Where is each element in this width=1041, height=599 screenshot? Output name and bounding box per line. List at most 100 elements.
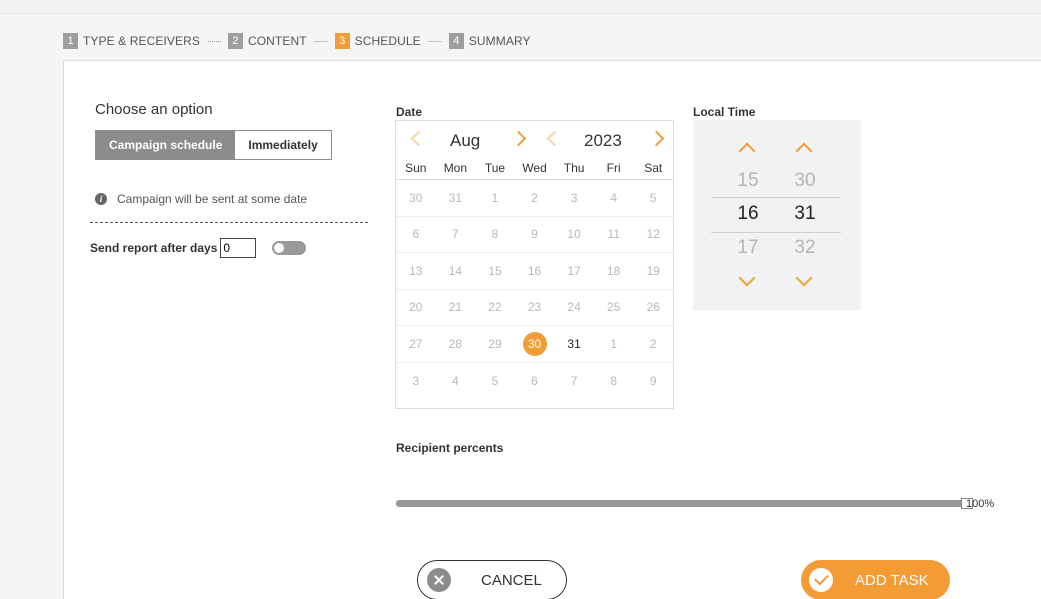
calendar-day: 28 xyxy=(448,336,463,351)
schedule-mode-toggle: Campaign schedule Immediately xyxy=(95,130,332,160)
report-row: Send report after days xyxy=(90,238,307,258)
weekday-label: Sun xyxy=(405,161,427,175)
prev-month-icon[interactable] xyxy=(410,131,420,145)
minute-next[interactable]: 32 xyxy=(785,237,825,259)
calendar-day: 21 xyxy=(448,300,463,315)
calendar-day: 1 xyxy=(491,190,499,205)
step-summary[interactable]: 4 SUMMARY xyxy=(448,33,531,49)
step-content[interactable]: 2 CONTENT xyxy=(227,33,307,49)
step-label: SUMMARY xyxy=(468,34,531,48)
calendar-week: 3 4 5 6 7 8 9 xyxy=(396,363,673,400)
calendar-day: 7 xyxy=(570,373,578,388)
calendar-day: 6 xyxy=(531,373,538,388)
step-separator: ······· xyxy=(206,36,222,46)
step-separator: ······· xyxy=(427,36,443,46)
divider xyxy=(90,222,368,223)
calendar-week: 27 28 29 30 31 1 2 xyxy=(396,326,673,363)
hour-current: 16 xyxy=(737,203,759,224)
next-month-icon[interactable] xyxy=(514,131,524,145)
calendar-day: 8 xyxy=(491,227,499,242)
calendar-day: 22 xyxy=(488,300,502,315)
calendar-day: 8 xyxy=(610,373,618,388)
report-toggle[interactable] xyxy=(272,241,307,255)
step-schedule[interactable]: 3 SCHEDULE xyxy=(334,33,421,49)
recipient-percent-slider[interactable] xyxy=(396,498,973,509)
schedule-info: i Campaign will be sent at some date xyxy=(95,192,307,206)
date-label: Date xyxy=(396,105,423,119)
minute-prev[interactable]: 30 xyxy=(785,170,825,192)
close-circle-icon xyxy=(427,568,451,592)
step-number: 3 xyxy=(334,33,350,49)
next-year-icon[interactable] xyxy=(652,131,662,145)
calendar-header: Aug 2023 xyxy=(396,121,673,161)
cancel-button[interactable]: CANCEL xyxy=(417,560,567,599)
calendar-day: 1 xyxy=(610,336,618,351)
time-divider xyxy=(711,232,841,233)
report-days-input[interactable] xyxy=(220,238,257,258)
calendar-year[interactable]: 2023 xyxy=(584,131,622,151)
calendar-day: 10 xyxy=(567,227,581,242)
calendar-day: 15 xyxy=(488,263,502,278)
cancel-label: CANCEL xyxy=(481,571,542,589)
add-task-label: ADD TASK xyxy=(855,571,929,589)
hour-up-icon[interactable] xyxy=(740,142,754,156)
calendar-day: 4 xyxy=(452,373,459,388)
minute-down-icon[interactable] xyxy=(797,275,811,289)
weekday-label: Wed xyxy=(522,161,547,175)
calendar-day: 25 xyxy=(607,300,621,315)
report-label: Send report after days xyxy=(90,241,218,255)
calendar-day: 4 xyxy=(610,190,618,205)
top-bar xyxy=(0,0,1041,14)
calendar-day: 20 xyxy=(409,300,423,315)
calendar-day-number: 30 xyxy=(527,336,542,351)
calendar-week: 13 14 15 16 17 18 19 xyxy=(396,253,673,290)
calendar-week: 6 7 8 9 10 11 12 xyxy=(396,217,673,253)
calendar-day: 9 xyxy=(531,227,538,242)
step-number: 1 xyxy=(63,33,78,49)
calendar-day: 6 xyxy=(412,227,420,242)
prev-year-icon[interactable] xyxy=(546,131,556,145)
calendar-day: 23 xyxy=(527,300,542,315)
step-label: TYPE & RECEIVERS xyxy=(83,34,200,48)
calendar-day[interactable]: 31 xyxy=(554,332,594,356)
calendar-day: 30 xyxy=(409,190,423,205)
weekday-label: Sat xyxy=(644,161,663,175)
weekday-label: Tue xyxy=(484,161,506,175)
step-label: CONTENT xyxy=(247,34,307,48)
calendar-grid: 30 31 1 2 3 4 5 6 7 8 9 10 11 12 13 14 15 16 17 18 19 20 21 22 2… xyxy=(396,180,673,399)
time-divider xyxy=(711,197,841,198)
calendar-day: 12 xyxy=(646,227,660,242)
calendar-month[interactable]: Aug xyxy=(450,131,480,151)
hour-down-icon[interactable] xyxy=(740,275,754,289)
hour-next[interactable]: 17 xyxy=(728,237,768,259)
choose-option-title: Choose an option xyxy=(95,101,213,118)
wizard-stepper: 1 TYPE & RECEIVERS ······· 2 CONTENT ···… xyxy=(63,33,531,49)
calendar-day: 11 xyxy=(607,227,620,242)
info-text: Campaign will be sent at some date xyxy=(117,192,308,206)
weekday-label: Thu xyxy=(563,161,585,175)
campaign-schedule-button[interactable]: Campaign schedule xyxy=(96,131,236,159)
calendar-day: 2 xyxy=(531,190,538,205)
calendar-day: 14 xyxy=(448,263,463,278)
calendar-day[interactable]: 30 xyxy=(515,331,555,356)
slider-fill xyxy=(396,498,973,509)
hour-prev[interactable]: 15 xyxy=(728,170,768,192)
calendar-week: 30 31 1 2 3 4 5 xyxy=(396,180,673,217)
weekday-label: Mon xyxy=(443,161,468,175)
calendar-day: 9 xyxy=(649,373,657,388)
minute-up-icon[interactable] xyxy=(797,142,811,156)
calendar-day: 17 xyxy=(567,263,581,278)
step-type-receivers[interactable]: 1 TYPE & RECEIVERS xyxy=(63,33,200,49)
calendar-day: 29 xyxy=(488,336,502,351)
percent-suffix: % xyxy=(984,498,995,510)
calendar-day: 7 xyxy=(452,227,459,242)
calendar-day: 3 xyxy=(570,190,578,205)
calendar-day: 3 xyxy=(412,373,420,388)
calendar-day: 27 xyxy=(409,336,423,351)
calendar-day: 19 xyxy=(646,263,660,278)
percent-number: 100 xyxy=(966,498,985,510)
add-task-button[interactable]: ADD TASK xyxy=(801,560,950,599)
schedule-panel: Choose an option Campaign schedule Immed… xyxy=(63,60,1041,599)
check-circle-icon xyxy=(809,568,833,592)
immediately-button[interactable]: Immediately xyxy=(235,131,331,159)
